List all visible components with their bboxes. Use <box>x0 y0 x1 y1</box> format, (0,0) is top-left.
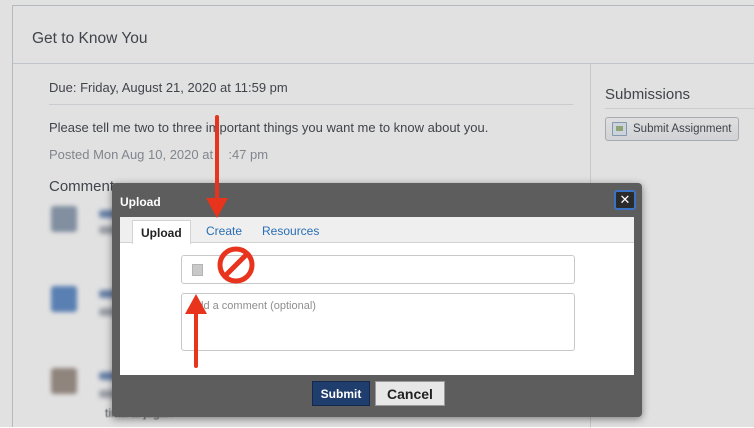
submit-assignment-button[interactable]: Submit Assignment <box>605 117 739 141</box>
tab-resources[interactable]: Resources <box>262 224 319 238</box>
cancel-button[interactable]: Cancel <box>375 381 445 406</box>
dialog-header: Upload ✕ <box>112 183 642 217</box>
document-icon <box>612 122 627 136</box>
dialog-tabs: Upload Create Resources <box>120 217 634 244</box>
avatar <box>51 368 77 394</box>
page-title: Get to Know You <box>32 30 148 47</box>
dialog-title: Upload <box>120 195 161 209</box>
posted-time-text: :47 pm <box>228 147 269 162</box>
assignment-instructions: Please tell me two to three important th… <box>49 120 489 135</box>
due-date: Due: Friday, August 21, 2020 at 11:59 pm <box>49 80 288 95</box>
tab-create[interactable]: Create <box>206 224 242 238</box>
comment-field[interactable]: Add a comment (optional) <box>181 293 575 351</box>
posted-date: Posted Mon Aug 10, 2020 at :47 pm <box>49 147 268 162</box>
submit-button[interactable]: Submit <box>312 381 370 406</box>
comment-placeholder: Add a comment (optional) <box>190 300 316 312</box>
dialog-body: Upload Create Resources Add a comment (o… <box>120 217 634 375</box>
upload-dialog: Upload ✕ Upload Create Resources Add a c… <box>112 183 642 417</box>
avatar <box>51 286 77 312</box>
avatar <box>51 206 77 232</box>
posted-date-text: Posted Mon Aug 10, 2020 at <box>49 147 214 162</box>
title-bar: Get to Know You <box>13 6 754 64</box>
dialog-footer: Submit Cancel <box>112 375 642 417</box>
divider <box>605 108 754 109</box>
close-icon: ✕ <box>619 192 631 207</box>
tab-upload[interactable]: Upload <box>132 220 191 244</box>
file-upload-field[interactable] <box>181 255 575 284</box>
submit-assignment-label: Submit Assignment <box>633 123 732 135</box>
file-icon <box>192 264 203 276</box>
close-button[interactable]: ✕ <box>614 190 636 210</box>
divider <box>49 104 573 105</box>
submissions-heading: Submissions <box>605 86 691 103</box>
comments-heading: Comments <box>49 178 122 195</box>
